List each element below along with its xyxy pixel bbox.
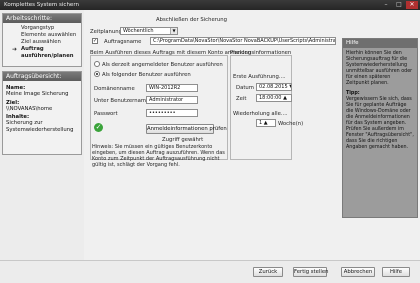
check-credentials-button[interactable]: Anmeldeinformationen prüfen — [146, 124, 227, 134]
username-label: Unter Benutzernamen — [94, 98, 153, 104]
repeat-field[interactable]: 1 ▲ — [256, 119, 276, 127]
window-title: Komplettes System sichern — [4, 2, 79, 8]
date-field[interactable]: 02.08.2015 ▼ — [256, 83, 292, 91]
help-panel: Hilfe Hierhin können Sie den Sicherungsa… — [339, 10, 420, 260]
time-label: Zeit — [236, 96, 247, 102]
step-ziel[interactable]: Ziel auswählen — [3, 39, 81, 46]
close-icon[interactable]: ✕ — [406, 1, 418, 9]
steps-panel: Arbeitsschritte: Vorgangstyp Elemente au… — [2, 13, 82, 67]
domain-field[interactable]: WIN-2012R2 — [146, 84, 198, 92]
radio-other-user[interactable] — [94, 71, 100, 77]
inhalte-value-2: Systemwiederherstellung — [6, 126, 74, 133]
minimize-icon[interactable]: – — [380, 1, 392, 9]
steps-header: Arbeitsschritte: — [3, 14, 81, 23]
auftragsname-field[interactable]: C:\ProgramData\NovaStor\NovaStor NovaBAC… — [150, 37, 336, 45]
name-value: Meine Image Sicherung — [6, 91, 69, 98]
date-label: Datum — [236, 85, 254, 91]
time-spinner-icon: ▲ — [283, 95, 287, 101]
overview-header: Auftragsübersicht: — [3, 72, 81, 81]
username-field[interactable]: Administrator — [146, 96, 198, 104]
section-title: Abschließen der Sicherung — [156, 17, 227, 23]
step-vorgangstyp[interactable]: Vorgangstyp — [3, 25, 81, 32]
radio-current-user[interactable] — [94, 61, 100, 67]
step-elemente[interactable]: Elemente auswählen — [3, 32, 81, 39]
repeat-spinner-icon: ▲ — [263, 120, 268, 126]
maximize-icon[interactable]: □ — [393, 1, 405, 9]
help-box: Hilfe Hierhin können Sie den Sicherungsa… — [342, 38, 418, 218]
cancel-button[interactable]: Abbrechen — [341, 267, 375, 277]
help-text: Hierhin können Sie den Sicherungsauftrag… — [346, 51, 413, 86]
first-run-label: Erste Ausführung.... — [233, 74, 286, 80]
auftragsname-checkbox[interactable]: ✓ — [92, 38, 98, 44]
calendar-dropdown-icon: ▼ — [289, 84, 291, 90]
domain-label: Domänenname — [94, 86, 135, 92]
finish-button[interactable]: Fertig stellen — [293, 267, 328, 277]
planning-group — [230, 55, 292, 160]
help-button[interactable]: Hilfe — [382, 267, 410, 277]
zeitplanung-select[interactable]: Wöchentlich ▼ — [120, 27, 178, 35]
ziel-value: \\NOVANAS\home — [6, 105, 53, 112]
overview-panel: Auftragsübersicht: Name: Meine Image Sic… — [2, 71, 82, 155]
repeat-unit: Woche(n) — [278, 121, 304, 127]
step-auftrag[interactable]: ➜ Auftrag — [3, 46, 81, 53]
checkmark-icon: ✓ — [94, 123, 103, 132]
main-content: Abschließen der Sicherung Zeitplanung Wö… — [84, 10, 339, 260]
chevron-down-icon: ▼ — [170, 28, 177, 34]
footer-bar: Zurück Fertig stellen Abbrechen Hilfe — [0, 260, 420, 283]
zeitplanung-label: Zeitplanung — [90, 29, 122, 35]
access-status: Zugriff gewährt — [162, 137, 204, 143]
repeat-label: Wiederholung alle.... — [233, 111, 288, 117]
time-field[interactable]: 18:00:00 ▲ — [256, 94, 292, 102]
radio-other-user-label: Als folgender Benutzer ausführen — [102, 72, 191, 78]
current-step-arrow-icon: ➜ — [12, 46, 18, 53]
auftragsname-label: Auftragsname — [104, 39, 142, 45]
sidebar: Arbeitsschritte: Vorgangstyp Elemente au… — [0, 10, 84, 283]
radio-current-user-label: Als derzeit angemeldeter Benutzer ausfüh… — [102, 62, 223, 68]
back-button[interactable]: Zurück — [253, 267, 283, 277]
hint-text: Hinweis: Sie müssen ein gültiges Benutze… — [92, 144, 225, 168]
help-title: Hilfe — [343, 39, 417, 48]
title-bar: Komplettes System sichern – □ ✕ — [0, 0, 420, 10]
password-label: Passwort — [94, 111, 118, 117]
tip-text: Vergewissern Sie sich, dass Sie für gepl… — [346, 97, 414, 150]
step-auftrag-line2[interactable]: ausführen/planen — [3, 53, 81, 60]
password-field[interactable]: ••••••••• — [146, 109, 198, 117]
